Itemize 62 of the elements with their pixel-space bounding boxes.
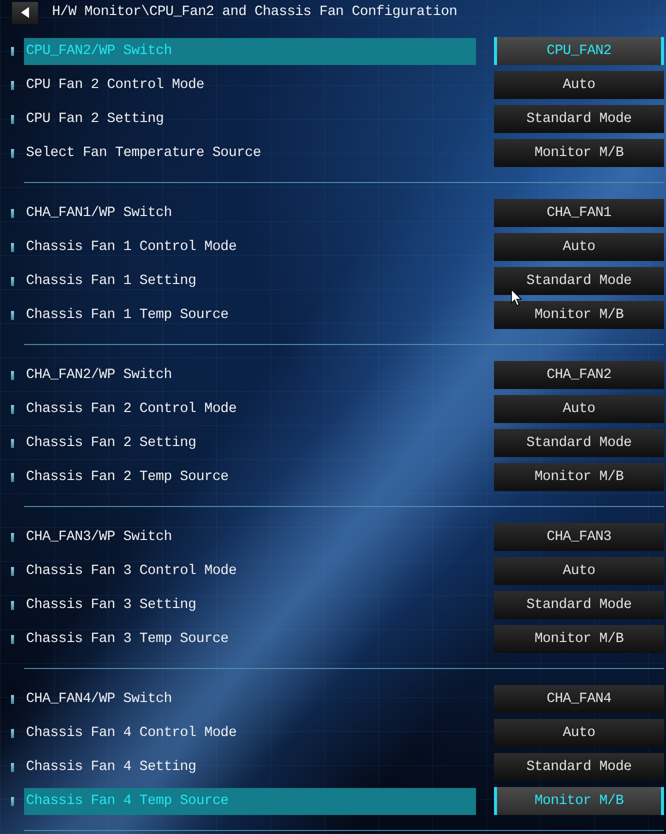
setting-label[interactable]: CHA_FAN4/WP Switch xyxy=(24,686,476,712)
bullet-icon xyxy=(11,634,14,644)
value-button[interactable]: Monitor M/B xyxy=(494,301,664,329)
value-button[interactable]: Standard Mode xyxy=(494,105,664,133)
value-button[interactable]: CPU_FAN2 xyxy=(494,37,664,65)
setting-label[interactable]: CPU Fan 2 Control Mode xyxy=(24,72,476,98)
mouse-pointer-icon xyxy=(511,289,522,306)
setting-label[interactable]: Chassis Fan 1 Temp Source xyxy=(24,302,476,328)
setting-label[interactable]: Chassis Fan 2 Temp Source xyxy=(24,464,476,490)
value-button[interactable]: Standard Mode xyxy=(494,591,664,619)
setting-label[interactable]: Chassis Fan 4 Setting xyxy=(24,754,476,780)
setting-label[interactable]: CHA_FAN2/WP Switch xyxy=(24,362,476,388)
setting-label[interactable]: Chassis Fan 2 Control Mode xyxy=(24,396,476,422)
bullet-icon xyxy=(11,762,14,772)
bullet-icon xyxy=(11,566,14,576)
value-button[interactable]: Auto xyxy=(494,71,664,99)
value-button[interactable]: CHA_FAN1 xyxy=(494,199,664,227)
setting-label[interactable]: Select Fan Temperature Source xyxy=(24,140,476,166)
bullet-icon xyxy=(11,114,14,124)
value-button[interactable]: CHA_FAN3 xyxy=(494,523,664,551)
value-button[interactable]: CHA_FAN2 xyxy=(494,361,664,389)
value-button[interactable]: Monitor M/B xyxy=(494,463,664,491)
bullet-icon xyxy=(11,242,14,252)
bullet-icon xyxy=(11,438,14,448)
bullet-icon xyxy=(11,532,14,542)
setting-label[interactable]: Chassis Fan 1 Setting xyxy=(24,268,476,294)
value-button[interactable]: Standard Mode xyxy=(494,267,664,295)
setting-label[interactable]: CPU Fan 2 Setting xyxy=(24,106,476,132)
value-button[interactable]: Auto xyxy=(494,719,664,747)
value-button[interactable]: Monitor M/B xyxy=(494,787,664,815)
bullet-icon xyxy=(11,310,14,320)
value-button[interactable]: Standard Mode xyxy=(494,753,664,781)
setting-label[interactable]: CHA_FAN3/WP Switch xyxy=(24,524,476,550)
bullet-icon xyxy=(11,404,14,414)
bullet-icon xyxy=(11,208,14,218)
value-button[interactable]: Auto xyxy=(494,557,664,585)
bullet-icon xyxy=(11,694,14,704)
bullet-icon xyxy=(11,148,14,158)
setting-label[interactable]: Chassis Fan 4 Control Mode xyxy=(24,720,476,746)
value-button[interactable]: Auto xyxy=(494,233,664,261)
page-title: H/W Monitor\CPU_Fan2 and Chassis Fan Configuration xyxy=(52,3,458,22)
setting-label[interactable]: Chassis Fan 3 Setting xyxy=(24,592,476,618)
value-button[interactable]: CHA_FAN4 xyxy=(494,685,664,713)
value-button[interactable]: Monitor M/B xyxy=(494,625,664,653)
bullet-icon xyxy=(11,796,14,806)
bullet-icon xyxy=(11,728,14,738)
bullet-icon xyxy=(11,276,14,286)
bullet-icon xyxy=(11,472,14,482)
back-icon xyxy=(21,7,29,18)
bullet-icon xyxy=(11,370,14,380)
value-button[interactable]: Auto xyxy=(494,395,664,423)
back-button[interactable] xyxy=(12,2,38,24)
setting-label[interactable]: Chassis Fan 3 Temp Source xyxy=(24,626,476,652)
bullet-icon xyxy=(11,80,14,90)
setting-label[interactable]: CHA_FAN1/WP Switch xyxy=(24,200,476,226)
bullet-icon xyxy=(11,46,14,56)
value-button[interactable]: Standard Mode xyxy=(494,429,664,457)
value-button[interactable]: Monitor M/B xyxy=(494,139,664,167)
setting-label[interactable]: Chassis Fan 3 Control Mode xyxy=(24,558,476,584)
setting-label[interactable]: Chassis Fan 1 Control Mode xyxy=(24,234,476,260)
bullet-icon xyxy=(11,600,14,610)
setting-label[interactable]: Chassis Fan 2 Setting xyxy=(24,430,476,456)
